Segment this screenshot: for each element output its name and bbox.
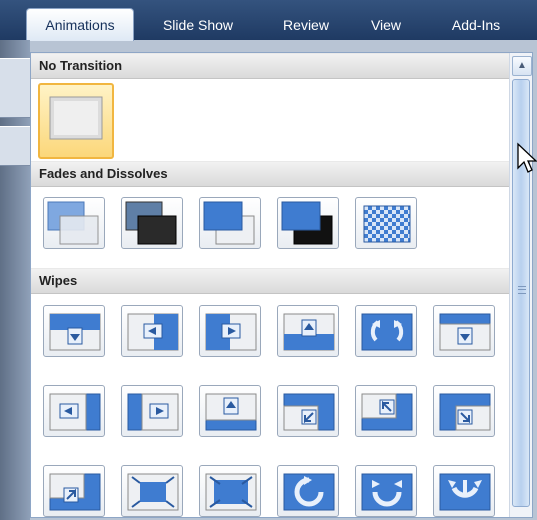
scroll-grip-icon (518, 286, 526, 294)
wheel-1-spoke-icon (283, 473, 335, 511)
transition-fade-smoothly[interactable] (43, 197, 105, 249)
transition-wheel-3-spokes[interactable] (433, 465, 495, 517)
transition-uncover-right-down[interactable] (433, 385, 495, 437)
transition-uncover-left-down[interactable] (277, 385, 339, 437)
transition-fade-through-black[interactable] (121, 197, 183, 249)
uncover-right-down-icon (439, 393, 491, 431)
transition-uncover-down[interactable] (433, 305, 495, 357)
tab-slide-show[interactable]: Slide Show (148, 10, 248, 40)
transition-uncover-left-up[interactable] (355, 385, 417, 437)
uncover-left-icon (49, 393, 101, 431)
uncover-right-icon (127, 393, 179, 431)
transition-wipe-right[interactable] (199, 305, 261, 357)
ribbon-group-edge (0, 126, 30, 166)
tab-add-ins[interactable]: Add-Ins (434, 10, 518, 40)
section-title: Fades and Dissolves (39, 166, 168, 181)
transition-wheel-1-spoke[interactable] (277, 465, 339, 517)
cut-through-black-icon (281, 201, 333, 245)
ribbon-tab-bar: Animations Slide Show Review View Add-In… (0, 0, 537, 41)
section-header-wipes: Wipes (31, 268, 509, 294)
section-header-fades-dissolves: Fades and Dissolves (31, 161, 509, 187)
wipe-left-icon (127, 313, 179, 351)
uncover-left-up-icon (361, 393, 413, 431)
fade-smoothly-icon (47, 201, 99, 245)
box-out-icon (205, 473, 257, 511)
fade-through-black-icon (125, 201, 177, 245)
transition-wipe-down[interactable] (43, 305, 105, 357)
tab-review[interactable]: Review (268, 10, 344, 40)
section-header-no-transition: No Transition (31, 53, 509, 79)
box-in-icon (127, 473, 179, 511)
ribbon-background (0, 40, 30, 520)
uncover-right-up-icon (49, 473, 101, 511)
tab-view[interactable]: View (356, 10, 416, 40)
transition-gallery: No Transition Fades and Dissolves Wipes … (30, 52, 533, 518)
wipe-right-icon (205, 313, 257, 351)
wipe-up-icon (283, 313, 335, 351)
transition-uncover-right-up[interactable] (43, 465, 105, 517)
transition-cut-through-black[interactable] (277, 197, 339, 249)
uncover-left-down-icon (283, 393, 335, 431)
uncover-down-icon (439, 313, 491, 351)
wheel-3-spokes-icon (439, 473, 491, 511)
tab-animations[interactable]: Animations (26, 8, 134, 41)
transition-no-transition[interactable] (38, 83, 114, 159)
wheel-2-spokes-icon (361, 473, 413, 511)
uncover-up-icon (205, 393, 257, 431)
no-transition-icon (49, 96, 103, 140)
gallery-scrollbar[interactable]: ▲ (509, 53, 532, 517)
transition-uncover-up[interactable] (199, 385, 261, 437)
transition-wipe-left[interactable] (121, 305, 183, 357)
section-title: No Transition (39, 58, 123, 73)
transition-cut[interactable] (199, 197, 261, 249)
cut-icon (203, 201, 255, 245)
transition-wedge[interactable] (355, 305, 417, 357)
section-title: Wipes (39, 273, 78, 288)
wedge-icon (361, 313, 413, 351)
dissolve-icon (363, 205, 411, 243)
scroll-up-button[interactable]: ▲ (512, 56, 532, 76)
ribbon-group-edge (0, 58, 30, 118)
transition-wheel-2-spokes[interactable] (355, 465, 417, 517)
transition-wipe-up[interactable] (277, 305, 339, 357)
transition-uncover-right[interactable] (121, 385, 183, 437)
transition-dissolve[interactable] (355, 197, 417, 249)
mouse-cursor-icon (517, 142, 537, 173)
transition-box-out[interactable] (199, 465, 261, 517)
transition-uncover-left[interactable] (43, 385, 105, 437)
transition-box-in[interactable] (121, 465, 183, 517)
wipe-down-icon (49, 313, 101, 351)
